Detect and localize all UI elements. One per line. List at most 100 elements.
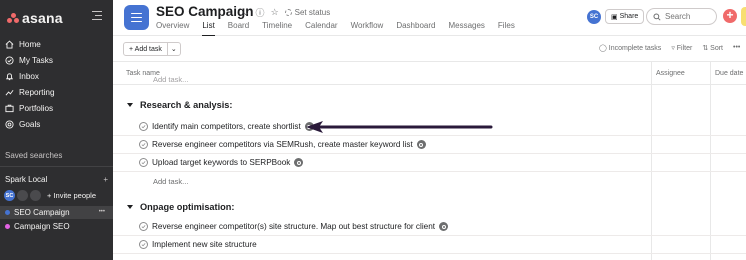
task-name[interactable]: Upload target keywords to SERPBook <box>152 158 290 167</box>
avatar-placeholder <box>30 190 41 201</box>
chevron-down-icon[interactable]: ⌄ <box>166 43 180 55</box>
tab-messages[interactable]: Messages <box>448 21 484 36</box>
tab-list[interactable]: List <box>202 21 216 36</box>
info-icon[interactable]: ⓘ <box>256 6 265 19</box>
team-name[interactable]: Spark Local <box>5 175 47 184</box>
avatar[interactable]: SC <box>4 190 15 201</box>
task-name[interactable]: Reverse engineer competitor(s) site stru… <box>152 222 435 231</box>
complete-task-checkbox[interactable] <box>139 222 148 231</box>
list-toolbar: + Add task ⌄ ◯ Incomplete tasks ▿ Filter… <box>113 37 746 61</box>
table-row[interactable]: Upload target keywords to SERPBook <box>113 154 746 172</box>
sidebar-item-label: Inbox <box>19 71 40 81</box>
tab-timeline[interactable]: Timeline <box>262 21 292 36</box>
add-project-button[interactable]: + <box>103 175 108 184</box>
sidebar-item-inbox[interactable]: Inbox <box>0 68 113 84</box>
incomplete-tasks-button[interactable]: ◯ Incomplete tasks <box>599 44 661 52</box>
section-title: Onpage optimisation: <box>140 202 235 212</box>
quick-add-button[interactable]: + <box>723 9 737 23</box>
sort-button[interactable]: ⇅ Sort <box>702 44 723 52</box>
more-options-icon[interactable]: ••• <box>733 44 740 52</box>
table-row[interactable]: Reverse engineer competitors via SEMRush… <box>113 136 746 154</box>
sidebar-item-label: Reporting <box>19 87 55 97</box>
tab-workflow[interactable]: Workflow <box>351 21 384 36</box>
set-status-label: Set status <box>294 8 331 17</box>
star-icon[interactable]: ☆ <box>271 7 279 18</box>
sidebar-project-campaign-seo[interactable]: Campaign SEO <box>0 220 113 233</box>
upgrade-button[interactable] <box>741 7 746 26</box>
check-circle-icon <box>5 55 14 65</box>
add-task-inline[interactable]: Add task... <box>153 177 188 186</box>
subtask-icon[interactable] <box>416 140 426 149</box>
subtask-icon[interactable] <box>439 222 449 231</box>
sidebar-item-goals[interactable]: Goals <box>0 116 113 132</box>
task-name[interactable]: Reverse engineer competitors via SEMRush… <box>152 140 413 149</box>
invite-people-button[interactable]: + Invite people <box>47 191 96 200</box>
project-options-icon[interactable]: ••• <box>99 209 105 215</box>
portfolio-icon <box>5 104 14 112</box>
complete-task-checkbox[interactable] <box>139 158 148 167</box>
section-header[interactable]: Onpage optimisation: <box>127 202 234 212</box>
asana-logo-icon <box>7 13 19 23</box>
sort-label: Sort <box>710 45 723 52</box>
task-name[interactable]: Implement new site structure <box>152 240 257 249</box>
tab-files[interactable]: Files <box>498 21 515 36</box>
tab-overview[interactable]: Overview <box>156 21 189 36</box>
filter-button[interactable]: ▿ Filter <box>671 44 692 52</box>
tab-dashboard[interactable]: Dashboard <box>396 21 435 36</box>
table-row[interactable]: Implement new site structure <box>113 236 746 254</box>
page-title[interactable]: SEO Campaign <box>156 4 254 19</box>
search-field[interactable] <box>646 8 717 25</box>
sidebar-item-label: My Tasks <box>19 55 53 65</box>
project-label: Campaign SEO <box>14 222 70 231</box>
table-row[interactable]: Identify main competitors, create shortl… <box>113 118 746 136</box>
tab-calendar[interactable]: Calendar <box>305 21 337 36</box>
section-title: Research & analysis: <box>140 100 233 110</box>
search-icon <box>653 12 661 21</box>
avatar-placeholder <box>17 190 28 201</box>
complete-task-checkbox[interactable] <box>139 122 148 131</box>
saved-searches-link[interactable]: Saved searches <box>5 151 62 160</box>
sidebar-item-label: Home <box>19 39 41 49</box>
sidebar-item-reporting[interactable]: Reporting <box>0 84 113 100</box>
sidebar-item-home[interactable]: Home <box>0 36 113 52</box>
complete-task-checkbox[interactable] <box>139 140 148 149</box>
search-input[interactable] <box>665 12 711 21</box>
caret-down-icon[interactable] <box>127 103 133 107</box>
table-row[interactable]: Reverse engineer competitor(s) site stru… <box>113 218 746 236</box>
set-status-button[interactable]: Set status <box>284 8 331 17</box>
section-header[interactable]: Research & analysis: <box>127 100 232 110</box>
share-label: Share <box>619 13 639 20</box>
task-table: Task name Assignee Due date Add task... … <box>113 61 746 260</box>
reporting-icon <box>5 89 14 95</box>
filter-label: Filter <box>676 45 693 52</box>
add-task-inline[interactable]: Add task... <box>153 75 188 84</box>
subtask-icon[interactable] <box>294 158 304 167</box>
sidebar-item-portfolios[interactable]: Portfolios <box>0 100 113 116</box>
tab-board[interactable]: Board <box>228 21 249 36</box>
project-label: SEO Campaign <box>14 208 70 217</box>
team-members: SC + Invite people <box>4 190 96 201</box>
collapse-sidebar-icon[interactable] <box>92 11 102 21</box>
sidebar-divider <box>0 166 113 167</box>
caret-down-icon[interactable] <box>127 205 133 209</box>
complete-task-checkbox[interactable] <box>139 240 148 249</box>
bell-icon <box>5 72 14 80</box>
sidebar-item-my-tasks[interactable]: My Tasks <box>0 52 113 68</box>
column-header-due-date[interactable]: Due date <box>715 70 743 77</box>
subtask-icon[interactable] <box>304 122 314 131</box>
project-header: SEO Campaign ⌄ ⓘ ☆ Set status Overview L… <box>113 0 746 36</box>
chevron-down-icon[interactable]: ⌄ <box>242 7 250 18</box>
sidebar-project-seo-campaign[interactable]: SEO Campaign ••• <box>0 206 113 219</box>
column-header-assignee[interactable]: Assignee <box>656 70 685 77</box>
goal-icon <box>5 119 14 129</box>
share-button[interactable]: ▣ Share <box>605 9 645 24</box>
task-name[interactable]: Identify main competitors, create shortl… <box>152 122 301 131</box>
sidebar: asana Home My Tasks Inbox Reporting Port… <box>0 0 113 260</box>
logo-text: asana <box>22 10 63 26</box>
avatar[interactable]: SC <box>587 9 601 24</box>
asana-logo[interactable]: asana <box>7 10 63 26</box>
project-list-icon[interactable] <box>124 5 149 30</box>
lock-icon: ▣ <box>611 13 618 21</box>
sidebar-item-label: Portfolios <box>19 103 54 113</box>
add-task-button[interactable]: + Add task ⌄ <box>123 42 181 56</box>
